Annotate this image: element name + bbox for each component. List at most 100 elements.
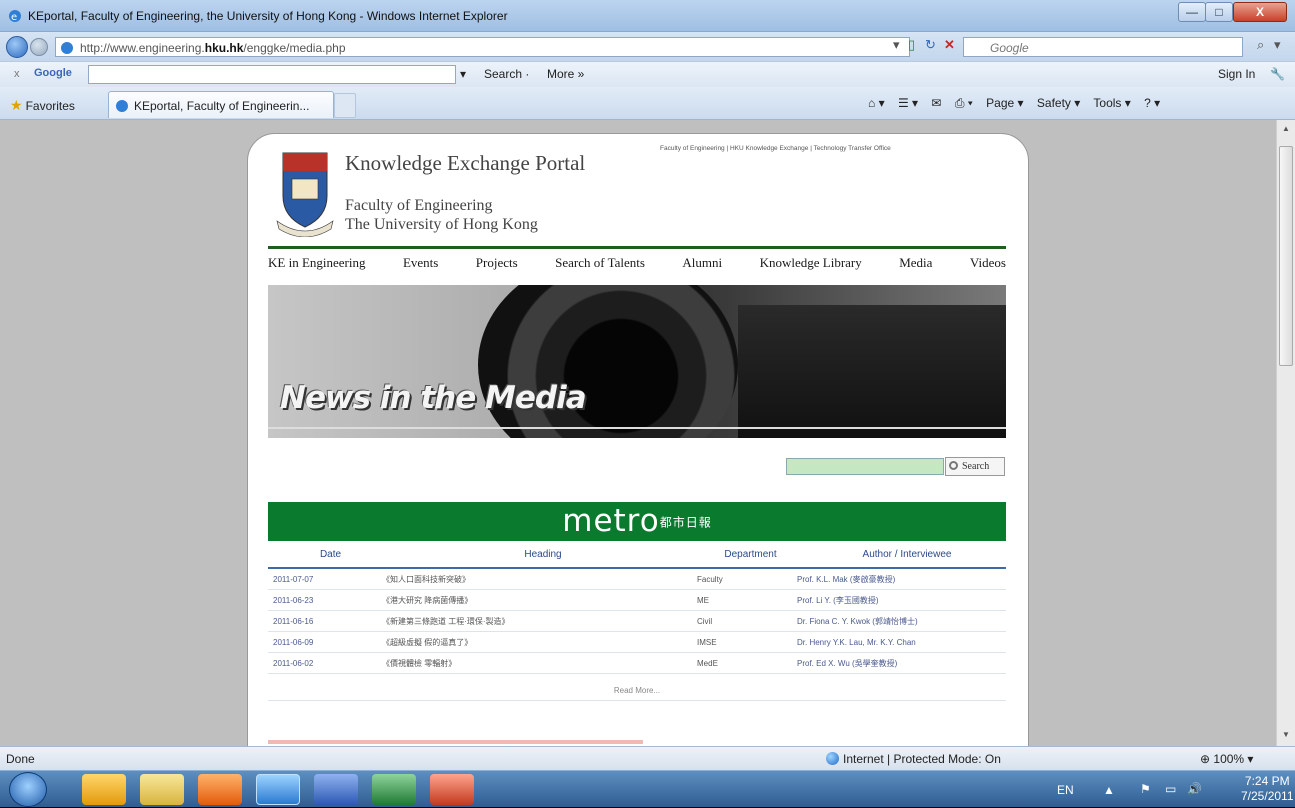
mail-icon[interactable]: ✉ [931, 96, 941, 110]
search-box-placeholder: Google [990, 41, 1029, 55]
tools-menu[interactable]: Tools ▾ [1093, 96, 1130, 110]
search-box[interactable]: Google [963, 37, 1243, 57]
vertical-scrollbar[interactable]: ▲ ▼ [1276, 120, 1295, 746]
nav-videos[interactable]: Videos [970, 255, 1006, 271]
volume-icon[interactable]: 🔊 [1187, 782, 1202, 796]
back-button[interactable] [6, 36, 28, 58]
clock[interactable]: 7:24 PM 7/25/2011 [1241, 774, 1294, 804]
table-row: 2011-06-09 《超級虛擬 假的逼真了》 IMSE Dr. Henry Y… [268, 632, 1006, 653]
safety-menu[interactable]: Safety ▾ [1037, 96, 1080, 110]
google-more-button[interactable]: More » [547, 67, 584, 81]
google-signin-link[interactable]: Sign In [1218, 67, 1255, 81]
row-heading-link[interactable]: 《價視體檢 零輻射》 [382, 658, 697, 669]
home-icon[interactable]: ⌂ ▾ [868, 96, 885, 110]
url-text: http://www.engineering.hku.hk/enggke/med… [80, 41, 346, 55]
refresh-icon[interactable]: ↻ [925, 36, 936, 54]
scroll-up-icon[interactable]: ▲ [1282, 124, 1290, 133]
table-row: 2011-06-23 《港大研究 降病菌傳播》 ME Prof. Li Y. (… [268, 590, 1006, 611]
ie-taskbar-icon[interactable] [256, 774, 300, 805]
row-date: 2011-06-02 [273, 658, 314, 668]
favorites-button[interactable]: ★ Favorites [10, 97, 75, 114]
nav-media[interactable]: Media [899, 255, 932, 271]
action-center-flag-icon[interactable]: ⚑ [1140, 782, 1151, 796]
feeds-icon[interactable]: ☰ ▾ [898, 96, 918, 110]
table-row: 2011-06-02 《價視體檢 零輻射》 MedE Prof. Ed X. W… [268, 653, 1006, 674]
metro-cjk: 都市日報 [659, 515, 712, 530]
top-links[interactable]: Faculty of Engineering | HKU Knowledge E… [660, 145, 891, 152]
row-date: 2011-06-09 [273, 637, 314, 647]
page-menu[interactable]: Page ▾ [986, 96, 1023, 110]
scroll-down-icon[interactable]: ▼ [1282, 730, 1290, 739]
search-icon[interactable]: ⌕ [1257, 36, 1264, 54]
read-more-link[interactable]: Read More... [268, 681, 1006, 701]
table-row: 2011-07-07 《知人口面科技新突破》 Faculty Prof. K.L… [268, 569, 1006, 590]
print-icon[interactable]: ⎙ ▾ [955, 96, 973, 110]
network-icon[interactable]: ▭ [1165, 782, 1176, 796]
minimize-button[interactable]: — [1178, 2, 1206, 22]
google-search-button[interactable]: Search · [484, 67, 529, 81]
forward-button[interactable] [30, 38, 48, 56]
language-indicator[interactable]: EN [1057, 783, 1074, 797]
table-header: Date Heading Department Author / Intervi… [268, 541, 1006, 569]
row-heading-link[interactable]: 《港大研究 降病菌傳播》 [382, 595, 697, 606]
zoom-level[interactable]: ⊕ 100% ▾ [1200, 752, 1253, 766]
start-button[interactable] [9, 772, 47, 807]
scrollbar-thumb[interactable] [1279, 146, 1293, 366]
media-banner: News in the Media [268, 285, 1006, 438]
camera-body-image [738, 305, 1006, 438]
browser-window: e KEportal, Faculty of Engineering, the … [0, 0, 1295, 807]
nav-projects[interactable]: Projects [476, 255, 518, 271]
explorer-taskbar-icon[interactable] [140, 774, 184, 805]
outlook-taskbar-icon[interactable] [82, 774, 126, 805]
faculty-line-1: Faculty of Engineering [345, 197, 493, 214]
nav-ke-in-engineering[interactable]: KE in Engineering [268, 255, 365, 271]
nav-alumni[interactable]: Alumni [682, 255, 722, 271]
nav-knowledge-library[interactable]: Knowledge Library [760, 255, 862, 271]
col-department: Department [724, 548, 777, 560]
nav-events[interactable]: Events [403, 255, 438, 271]
row-date: 2011-06-16 [273, 616, 314, 626]
row-heading-link[interactable]: 《知人口面科技新突破》 [382, 574, 697, 585]
taskbar: EN ▲ ⚑ ▭ 🔊 7:24 PM 7/25/2011 [0, 770, 1295, 807]
title-bar: e KEportal, Faculty of Engineering, the … [0, 0, 1295, 32]
row-author: Dr. Henry Y.K. Lau, Mr. K.Y. Chan [797, 637, 916, 647]
command-bar: ⌂ ▾ ☰ ▾ ✉ ⎙ ▾ Page ▾ Safety ▾ Tools ▾ ? … [868, 96, 1170, 111]
close-window-button[interactable]: X [1233, 2, 1287, 22]
app-taskbar-icon[interactable] [430, 774, 474, 805]
section-divider [268, 740, 643, 744]
tab-keportal[interactable]: KEportal, Faculty of Engineerin... [108, 91, 334, 118]
row-heading-link[interactable]: 《超級虛擬 假的逼真了》 [382, 637, 697, 648]
excel-taskbar-icon[interactable] [372, 774, 416, 805]
media-player-taskbar-icon[interactable] [198, 774, 242, 805]
address-field[interactable]: http://www.engineering.hku.hk/enggke/med… [55, 37, 910, 57]
new-tab-button[interactable] [334, 93, 356, 118]
status-bar: Done Internet | Protected Mode: On ⊕ 100… [0, 746, 1295, 770]
maximize-button[interactable]: □ [1205, 2, 1233, 22]
tray-expand-icon[interactable]: ▲ [1103, 783, 1115, 797]
toolbar-close-icon[interactable]: x [14, 68, 20, 80]
compat-view-icon[interactable]: ▯ [908, 36, 915, 54]
clock-time: 7:24 PM [1244, 774, 1290, 788]
google-toolbar: x Google ▾ Search · More » Sign In 🔧 [0, 61, 1295, 87]
security-zone[interactable]: Internet | Protected Mode: On [826, 752, 1001, 766]
help-icon[interactable]: ? ▾ [1144, 96, 1160, 110]
row-date: 2011-07-07 [273, 574, 314, 584]
media-table: Date Heading Department Author / Intervi… [268, 541, 1006, 674]
address-dropdown-icon[interactable]: ▾ [893, 36, 900, 54]
nav-search-of-talents[interactable]: Search of Talents [555, 255, 645, 271]
globe-icon [826, 752, 839, 765]
ie-icon: e [9, 10, 21, 23]
row-author: Prof. Li Y. (李玉國教授) [797, 595, 879, 605]
tab-favicon-icon [116, 100, 128, 112]
hku-crest-icon [276, 152, 334, 237]
site-search-button[interactable]: Search [945, 457, 1005, 476]
site-search-input[interactable] [786, 458, 944, 475]
row-date: 2011-06-23 [273, 595, 314, 605]
google-search-input[interactable] [88, 65, 456, 84]
stop-icon[interactable]: ✕ [944, 36, 955, 54]
row-heading-link[interactable]: 《新建第三條跑道 工程·環保·製造》 [382, 616, 697, 627]
google-dropdown-icon[interactable]: ▾ [460, 67, 466, 81]
search-options-icon[interactable]: ▾ [1274, 36, 1281, 54]
word-taskbar-icon[interactable] [314, 774, 358, 805]
wrench-icon[interactable]: 🔧 [1270, 67, 1285, 81]
